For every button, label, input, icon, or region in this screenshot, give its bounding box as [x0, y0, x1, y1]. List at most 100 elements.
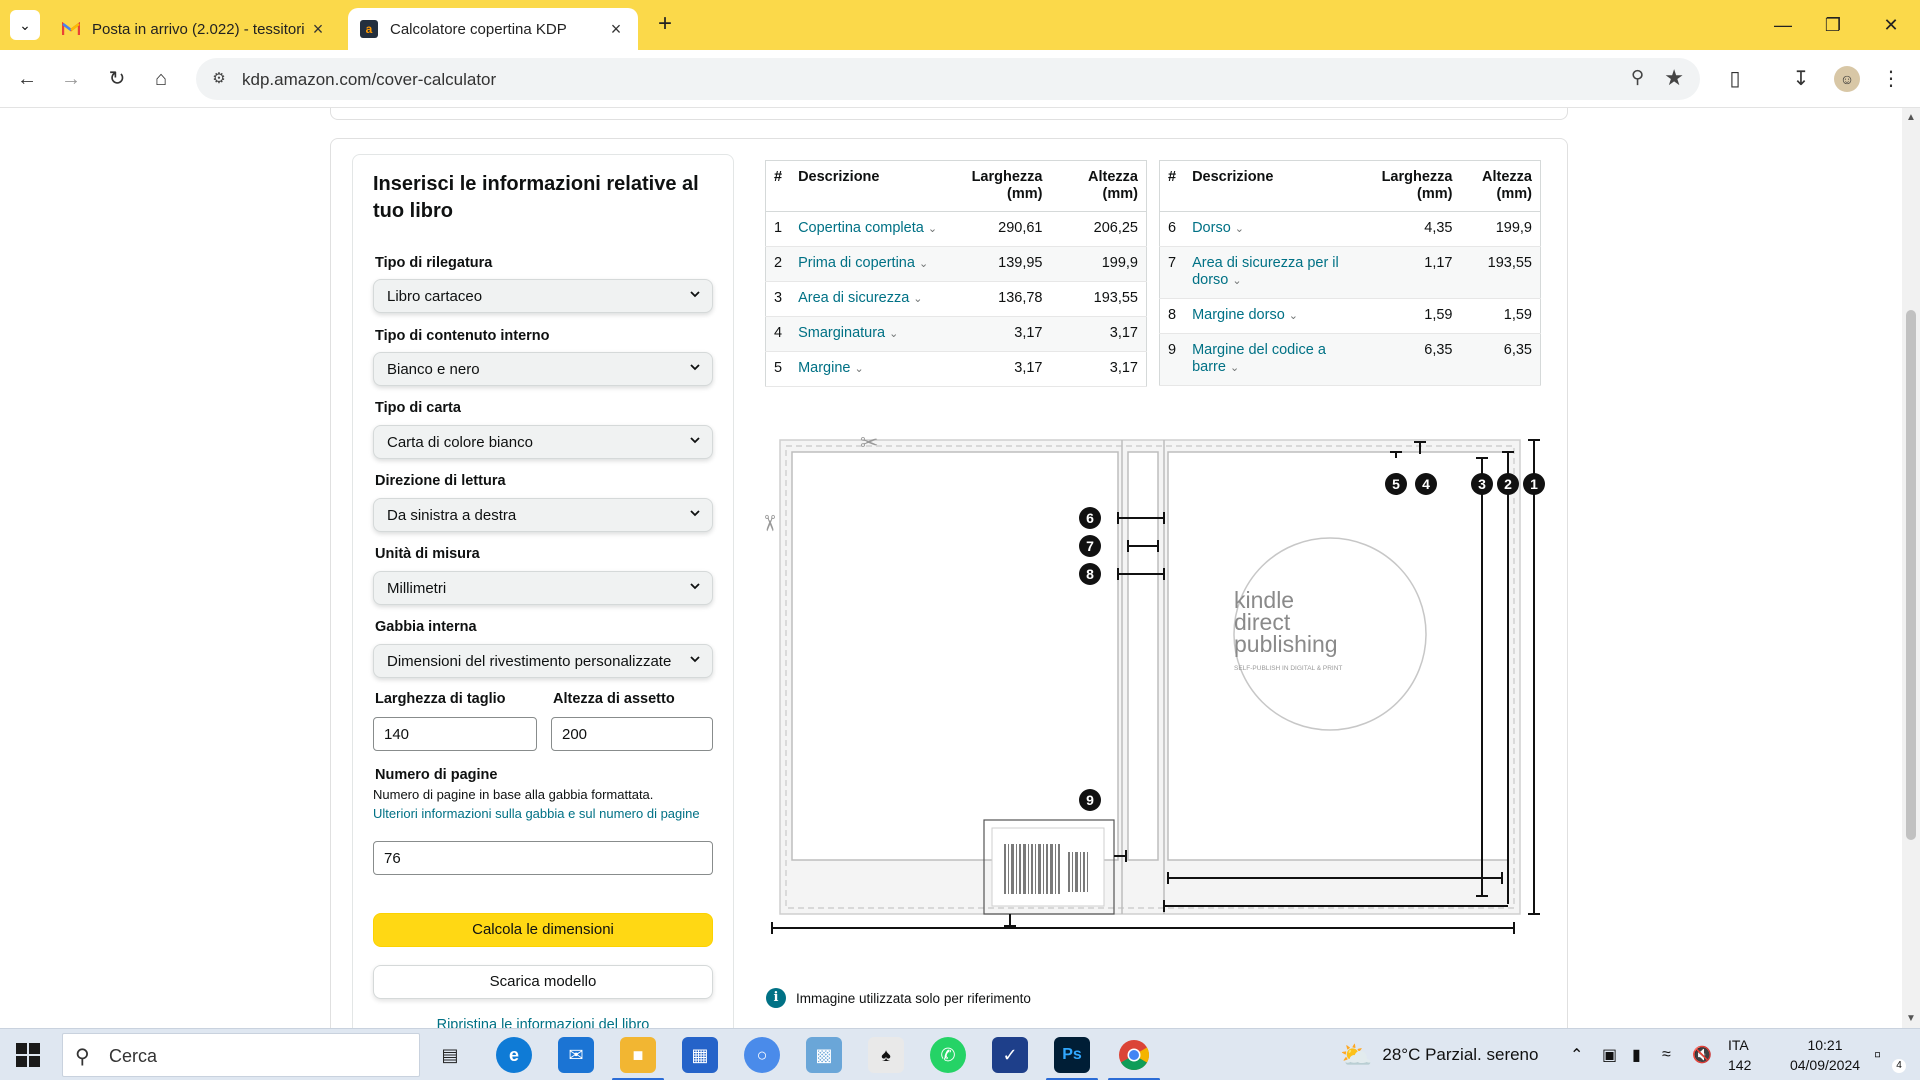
chevron-down-icon[interactable]: ⌄: [913, 293, 922, 305]
scroll-down-icon[interactable]: ▼: [1906, 1013, 1916, 1024]
dimensions-table-right: # Descrizione Larghezza (mm) Altezza (mm…: [1159, 160, 1541, 386]
bookmark-star-icon[interactable]: ★: [1664, 65, 1684, 91]
trim-select[interactable]: Dimensioni del rivestimento personalizza…: [373, 644, 713, 678]
edge-icon[interactable]: e: [496, 1037, 532, 1073]
address-bar[interactable]: ⚙ kdp.amazon.com/cover-calculator ⚲ ★: [196, 58, 1700, 100]
description-link[interactable]: Margine: [798, 360, 850, 376]
chevron-down-icon[interactable]: ⌄: [889, 328, 898, 340]
file-explorer-icon[interactable]: ■: [612, 1037, 664, 1080]
shield-icon[interactable]: ✓: [992, 1037, 1028, 1073]
back-arrow-icon[interactable]: ←: [12, 64, 42, 94]
speaker-muted-icon[interactable]: 🔇: [1692, 1029, 1712, 1080]
clock-date[interactable]: 04/09/2024: [1780, 1057, 1870, 1073]
new-tab-button[interactable]: +: [650, 10, 680, 40]
chevron-down-icon[interactable]: ⌄: [1232, 275, 1241, 287]
description-link[interactable]: Margine del codice a barre: [1192, 342, 1326, 375]
close-tab-icon[interactable]: ×: [308, 19, 328, 40]
wifi-icon[interactable]: ≈: [1662, 1029, 1671, 1080]
tab-kdp-calculator[interactable]: a Calcolatore copertina KDP ×: [348, 8, 638, 50]
windows-start-icon[interactable]: [16, 1043, 40, 1067]
description-link[interactable]: Prima di copertina: [798, 255, 915, 271]
clock-time[interactable]: 10:21: [1790, 1037, 1860, 1053]
trim-info-link[interactable]: Ulteriori informazioni sulla gabbia e su…: [373, 805, 713, 823]
weather-widget[interactable]: ⛅ 28°C Parzial. sereno: [1340, 1029, 1538, 1080]
language-layout[interactable]: 142: [1728, 1057, 1751, 1073]
browser-menu-icon[interactable]: ⋮: [1876, 64, 1906, 94]
chevron-down-icon[interactable]: ⌄: [928, 223, 937, 235]
close-window-button[interactable]: ✕: [1868, 8, 1914, 42]
gmail-icon: [62, 20, 80, 38]
chevron-down-icon: [690, 364, 700, 371]
row-description[interactable]: Smarginatura ⌄: [790, 316, 955, 352]
description-link[interactable]: Smarginatura: [798, 325, 885, 341]
store-icon[interactable]: ▦: [682, 1037, 718, 1073]
task-view-icon[interactable]: ▤: [432, 1037, 468, 1073]
scroll-up-icon[interactable]: ▲: [1906, 112, 1916, 123]
chevron-down-icon[interactable]: ⌄: [1230, 362, 1239, 374]
solitaire-icon[interactable]: ♠: [868, 1037, 904, 1073]
photoshop-icon[interactable]: Ps: [1046, 1037, 1098, 1080]
tab-gmail[interactable]: Posta in arrivo (2.022) - tessitori ×: [50, 8, 340, 50]
download-template-button[interactable]: Scarica modello: [373, 965, 713, 999]
page-count-input[interactable]: [373, 841, 713, 875]
binding-select[interactable]: Libro cartaceo: [373, 279, 713, 313]
whatsapp-icon[interactable]: ✆: [930, 1037, 966, 1073]
trim-height-label: Altezza di assetto: [553, 691, 675, 707]
table-header-row: # Descrizione Larghezza (mm) Altezza (mm…: [765, 160, 1147, 212]
trim-height-input[interactable]: [551, 717, 713, 751]
row-description[interactable]: Margine dorso ⌄: [1184, 298, 1365, 334]
close-tab-icon[interactable]: ×: [606, 19, 626, 40]
chat-icon[interactable]: ○: [744, 1037, 780, 1073]
extensions-icon[interactable]: ▯: [1720, 64, 1750, 94]
row-height: 3,17: [1050, 316, 1147, 352]
chevron-down-icon[interactable]: ⌄: [919, 258, 928, 270]
description-link[interactable]: Dorso: [1192, 220, 1231, 236]
interior-select[interactable]: Bianco e nero: [373, 352, 713, 386]
battery-icon[interactable]: ▮: [1632, 1029, 1641, 1080]
reading-direction-select[interactable]: Da sinistra a destra: [373, 498, 713, 532]
forward-arrow-icon[interactable]: →: [56, 64, 86, 94]
row-description[interactable]: Margine del codice a barre ⌄: [1184, 333, 1365, 386]
description-link[interactable]: Margine dorso: [1192, 307, 1285, 323]
chevron-down-icon[interactable]: ⌄: [854, 363, 863, 375]
profile-avatar[interactable]: ☺: [1834, 66, 1860, 92]
description-link[interactable]: Area di sicurezza: [798, 290, 909, 306]
scrollbar-thumb[interactable]: [1906, 310, 1916, 840]
tab-search-button[interactable]: ⌄: [10, 10, 40, 40]
site-settings-icon[interactable]: ⚙: [208, 68, 230, 90]
taskbar-search[interactable]: ⚲ Cerca: [62, 1033, 420, 1077]
trim-width-input[interactable]: [373, 717, 537, 751]
calculate-button[interactable]: Calcola le dimensioni: [373, 913, 713, 947]
control-panel-icon[interactable]: ▩: [806, 1037, 842, 1073]
description-link[interactable]: Area di sicurezza per il dorso: [1192, 255, 1339, 288]
search-icon: ⚲: [75, 1046, 90, 1068]
chevron-down-icon[interactable]: ⌄: [1289, 310, 1298, 322]
page-scrollbar[interactable]: ▲ ▼: [1902, 108, 1920, 1028]
zoom-icon[interactable]: ⚲: [1631, 67, 1644, 88]
url-text[interactable]: kdp.amazon.com/cover-calculator: [242, 70, 496, 90]
unit-select[interactable]: Millimetri: [373, 571, 713, 605]
row-description[interactable]: Area di sicurezza per il dorso ⌄: [1184, 246, 1365, 299]
tray-expand-icon[interactable]: ⌃: [1570, 1029, 1583, 1080]
download-icon[interactable]: ↧: [1786, 64, 1816, 94]
minimize-button[interactable]: —: [1760, 8, 1806, 42]
reset-book-info-link[interactable]: Ripristina le informazioni del libro: [373, 1017, 713, 1028]
meet-icon[interactable]: ▣: [1602, 1029, 1617, 1080]
row-description[interactable]: Copertina completa ⌄: [790, 211, 955, 247]
home-icon[interactable]: ⌂: [146, 64, 176, 94]
row-description[interactable]: Margine ⌄: [790, 351, 955, 387]
paper-select[interactable]: Carta di colore bianco: [373, 425, 713, 459]
language-indicator[interactable]: ITA: [1728, 1037, 1749, 1053]
marker-7-label: 7: [1086, 538, 1094, 554]
notification-icon[interactable]: ▫: [1874, 1029, 1881, 1080]
description-link[interactable]: Copertina completa: [798, 220, 924, 236]
row-description[interactable]: Dorso ⌄: [1184, 211, 1365, 247]
mail-icon[interactable]: ✉: [558, 1037, 594, 1073]
chrome-icon[interactable]: [1108, 1037, 1160, 1080]
page-viewport: Inserisci le informazioni relative al tu…: [0, 108, 1902, 1028]
chevron-down-icon[interactable]: ⌄: [1235, 223, 1244, 235]
reload-icon[interactable]: ↻: [102, 64, 132, 94]
row-description[interactable]: Prima di copertina ⌄: [790, 246, 955, 282]
restore-button[interactable]: ❐: [1810, 8, 1856, 42]
row-description[interactable]: Area di sicurezza ⌄: [790, 281, 955, 317]
